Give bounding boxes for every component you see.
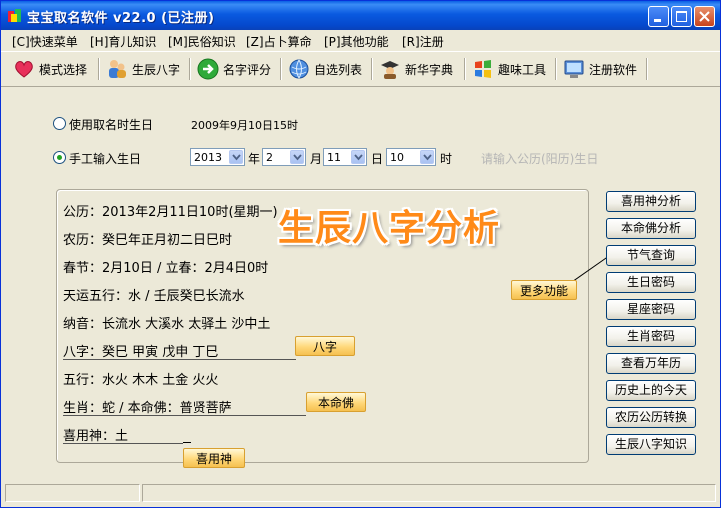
bazi-underline <box>63 359 296 360</box>
minimize-button[interactable] <box>648 6 669 27</box>
monitor-icon <box>563 58 585 80</box>
bazi-line: 八字：癸巳 甲寅 戊申 丁巳 <box>63 345 219 360</box>
nayin-line: 纳音：长流水 大溪水 太驿土 沙中土 <box>63 317 271 332</box>
solar-terms-button[interactable]: 节气查询 <box>606 245 696 266</box>
globe-icon <box>288 58 310 80</box>
toolbar-name-score[interactable]: 名字评分 <box>197 55 271 83</box>
chevron-down-icon <box>229 150 243 164</box>
xiyong-underline <box>63 443 183 444</box>
year-unit: 年 <box>248 152 261 166</box>
status-bar <box>5 484 718 504</box>
toolbar-custom-list[interactable]: 自选列表 <box>288 55 362 83</box>
nongli-line: 农历：癸巳年正月初二日巳时 <box>63 233 233 248</box>
status-cell-1 <box>5 484 140 502</box>
toolbar: 模式选择 生辰八字 名字评分 自选列表 新华字典 趣味工具 注册软件 <box>1 51 720 87</box>
windows-flag-icon <box>472 58 494 80</box>
close-button[interactable] <box>694 6 715 27</box>
xiyong-callout-line <box>183 442 191 443</box>
maximize-button[interactable] <box>671 6 692 27</box>
manual-birth-radio[interactable] <box>53 151 66 164</box>
main-window: 宝宝取名软件 v22.0 (已注册) [C]快速菜单 [H]育儿知识 [M]民俗… <box>0 0 721 508</box>
analysis-heading: 生辰八字分析 <box>278 208 501 249</box>
window-title: 宝宝取名软件 v22.0 (已注册) <box>27 11 215 26</box>
day-unit: 日 <box>371 152 384 166</box>
zodiac-code-button[interactable]: 生肖密码 <box>606 326 696 347</box>
arrow-right-icon <box>197 58 219 80</box>
constellation-code-button[interactable]: 星座密码 <box>606 299 696 320</box>
benmingfo-analysis-button[interactable]: 本命佛分析 <box>606 218 696 239</box>
app-icon <box>7 8 23 24</box>
tianyun-line: 天运五行：水 / 壬辰癸巳长流水 <box>63 289 245 304</box>
birth-hint: 请输入公历(阳历)生日 <box>481 152 599 166</box>
xiyongshen-tag[interactable]: 喜用神 <box>183 448 245 468</box>
hour-select[interactable]: 10 <box>386 148 436 166</box>
chunjie-line: 春节：2月10日 / 立春：2月4日0时 <box>63 261 269 276</box>
toolbar-mode-select[interactable]: 模式选择 <box>13 55 87 83</box>
menu-other[interactable]: [P]其他功能 <box>324 33 389 50</box>
menu-register[interactable]: [R]注册 <box>402 33 444 50</box>
toolbar-register[interactable]: 注册软件 <box>563 55 637 83</box>
hour-unit: 时 <box>440 152 453 166</box>
menu-parenting[interactable]: [H]育儿知识 <box>90 33 156 50</box>
close-icon <box>699 11 710 22</box>
shengxiao-line: 生肖：蛇 / 本命佛：普贤菩萨 <box>63 401 232 416</box>
shengxiao-underline <box>63 415 306 416</box>
menu-bar: [C]快速菜单 [H]育儿知识 [M]民俗知识 [Z]占卜算命 [P]其他功能 … <box>1 30 720 50</box>
wuxing-line: 五行：水火 木木 土金 火火 <box>63 373 219 388</box>
year-select[interactable]: 2013 <box>190 148 245 166</box>
menu-quick[interactable]: [C]快速菜单 <box>12 33 78 50</box>
chevron-down-icon <box>290 150 304 164</box>
benmingfo-tag[interactable]: 本命佛 <box>306 392 366 412</box>
menu-divination[interactable]: [Z]占卜算命 <box>246 33 312 50</box>
name-birth-value: 2009年9月10日15时 <box>191 119 298 132</box>
chevron-down-icon <box>420 150 434 164</box>
toolbar-fun-tools[interactable]: 趣味工具 <box>472 55 546 83</box>
minimize-icon <box>654 19 661 22</box>
heart-icon <box>13 58 35 80</box>
history-today-button[interactable]: 历史上的今天 <box>606 380 696 401</box>
toolbar-bazi[interactable]: 生辰八字 <box>106 55 180 83</box>
bazi-tag[interactable]: 八字 <box>295 336 355 356</box>
calendar-button[interactable]: 查看万年历 <box>606 353 696 374</box>
birthday-code-button[interactable]: 生日密码 <box>606 272 696 293</box>
title-bar: 宝宝取名软件 v22.0 (已注册) <box>1 1 720 30</box>
chevron-down-icon <box>351 150 365 164</box>
xiyongshen-analysis-button[interactable]: 喜用神分析 <box>606 191 696 212</box>
toolbar-dictionary[interactable]: 新华字典 <box>379 55 453 83</box>
manual-birth-label[interactable]: 手工输入生日 <box>69 150 141 167</box>
maximize-icon <box>676 11 687 22</box>
gongli-line: 公历：2013年2月11日10时(星期一) <box>63 205 278 220</box>
scholar-icon <box>379 58 401 80</box>
day-select[interactable]: 11 <box>323 148 367 166</box>
menu-folk[interactable]: [M]民俗知识 <box>168 33 236 50</box>
more-functions-tag[interactable]: 更多功能 <box>511 280 577 300</box>
lunar-solar-convert-button[interactable]: 农历公历转换 <box>606 407 696 428</box>
people-icon <box>106 58 128 80</box>
month-select[interactable]: 2 <box>262 148 306 166</box>
use-name-birth-label[interactable]: 使用取名时生日 <box>69 116 153 133</box>
xiyong-line: 喜用神：土 <box>63 429 129 444</box>
use-name-birth-radio[interactable] <box>53 117 66 130</box>
status-cell-2 <box>142 484 716 502</box>
bazi-knowledge-button[interactable]: 生辰八字知识 <box>606 434 696 455</box>
month-unit: 月 <box>310 152 323 166</box>
